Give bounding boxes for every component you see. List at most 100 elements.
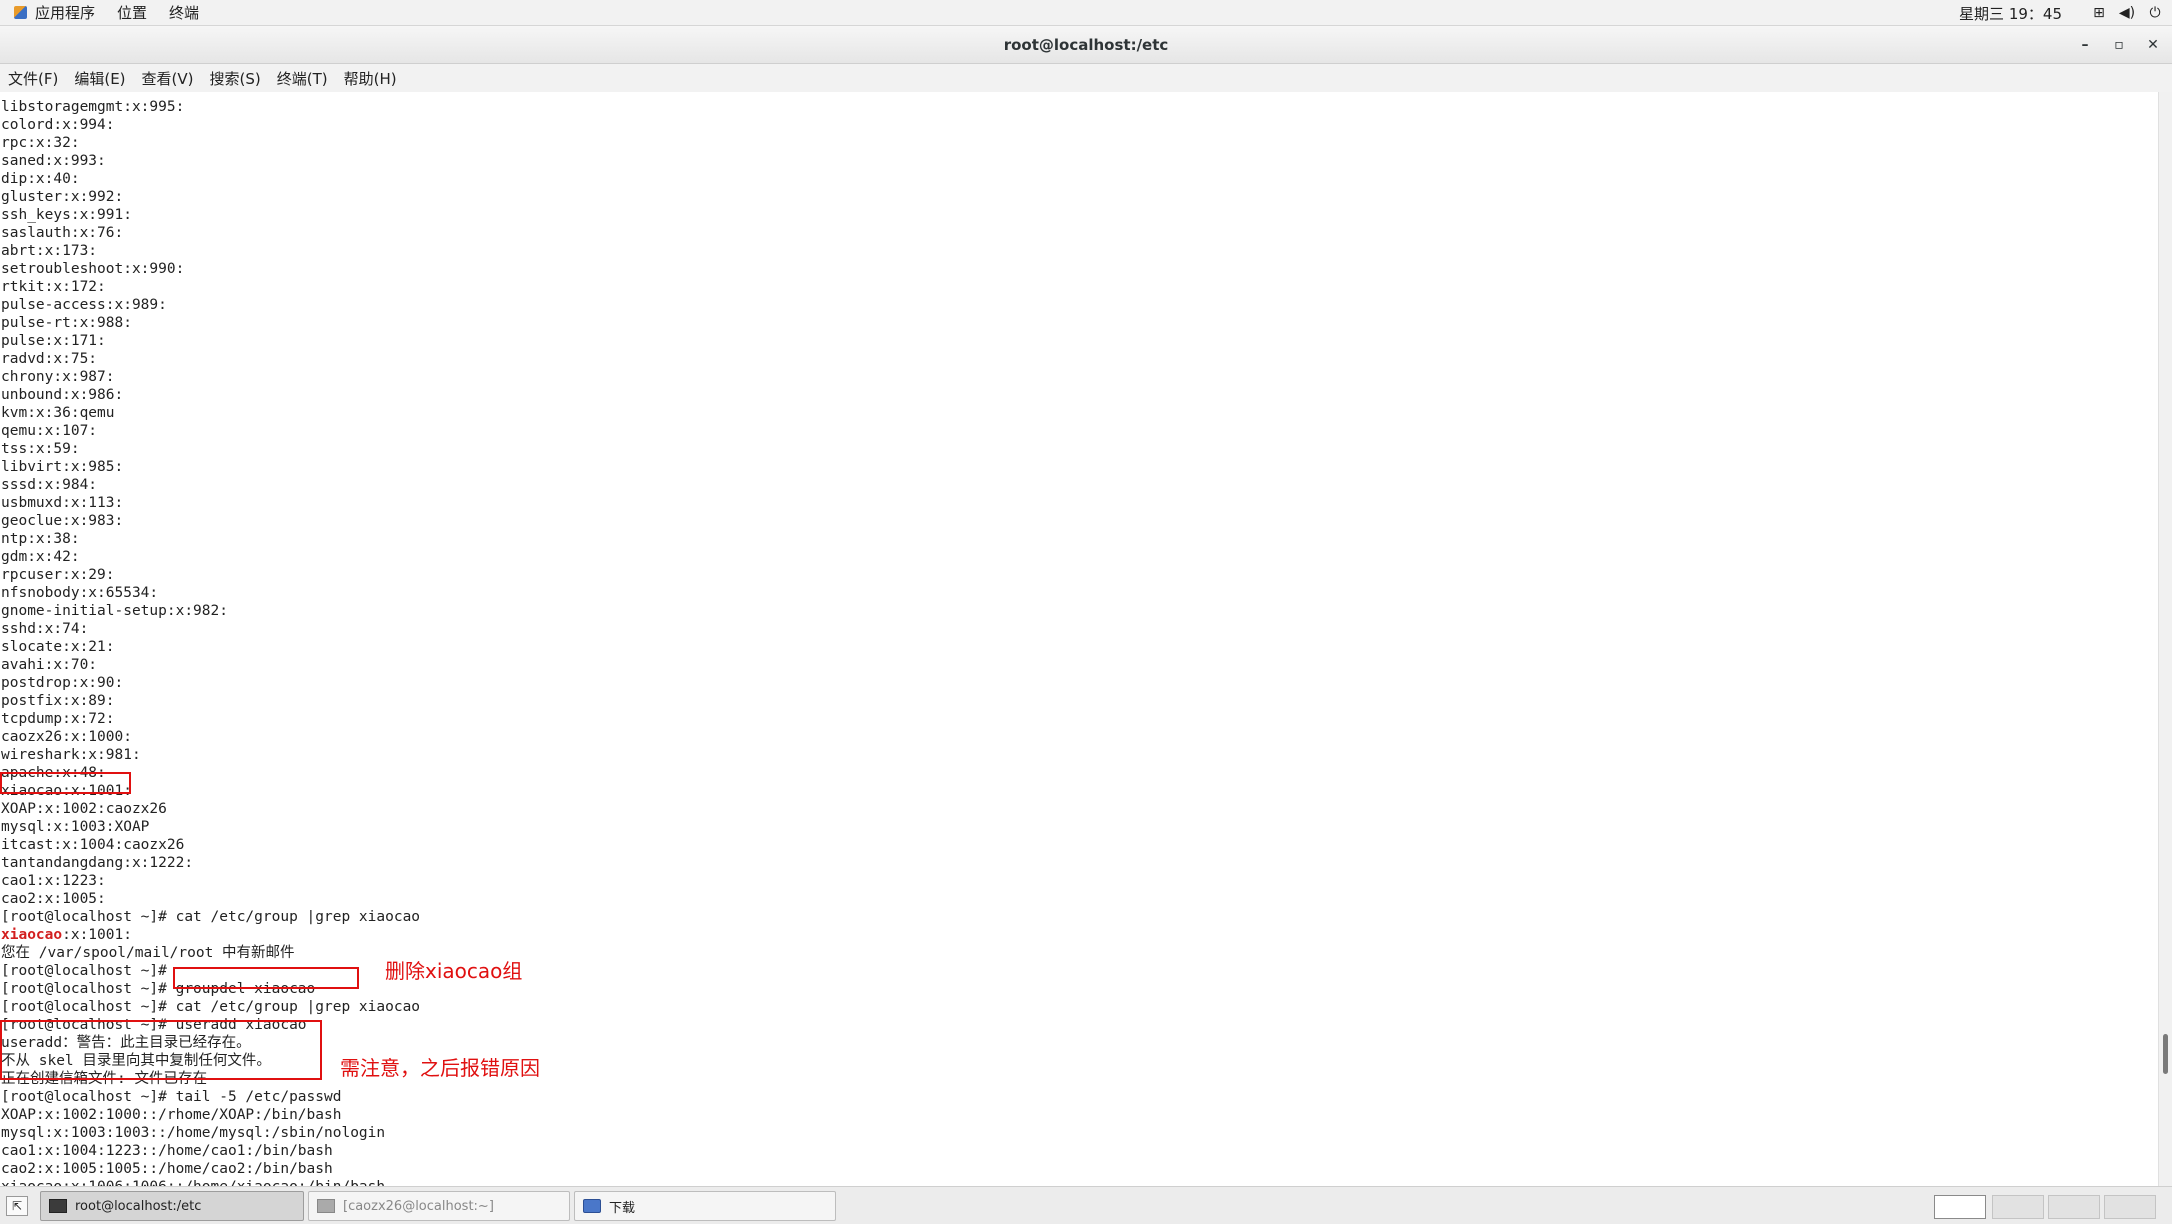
terminal-line: wireshark:x:981: — [1, 747, 141, 763]
menu-view[interactable]: 查看(V) — [142, 68, 194, 89]
terminal-line: ntp:x:38: — [1, 531, 80, 547]
power-icon[interactable]: ⏻ — [2144, 5, 2166, 21]
terminal-line: [root@localhost ~]# tail -5 /etc/passwd — [1, 1089, 342, 1105]
terminal-line: 您在 /var/spool/mail/root 中有新邮件 — [1, 945, 295, 961]
menu-search[interactable]: 搜索(S) — [210, 68, 261, 89]
file-manager-icon — [583, 1199, 601, 1213]
terminal-line: XOAP:x:1002:caozx26 — [1, 801, 167, 817]
terminal-line: sshd:x:74: — [1, 621, 89, 637]
menu-terminal[interactable]: 终端(T) — [277, 68, 328, 89]
terminal-line: abrt:x:173: — [1, 243, 98, 259]
terminal-line: qemu:x:107: — [1, 423, 98, 439]
window-titlebar[interactable]: root@localhost:/etc – ▫ ✕ — [0, 26, 2172, 64]
menu-edit[interactable]: 编辑(E) — [74, 68, 125, 89]
volume-icon[interactable]: ◀) — [2116, 5, 2138, 21]
task-label: [caozx26@localhost:~] — [343, 1198, 494, 1214]
terminal-line: [root@localhost ~]# — [1, 963, 167, 979]
terminal-line: pulse-access:x:989: — [1, 297, 167, 313]
terminal-line: xiaocao:x:1001: — [1, 926, 132, 944]
terminal-line: kvm:x:36:qemu — [1, 405, 115, 421]
close-button[interactable]: ✕ — [2142, 34, 2164, 56]
terminal-line: saned:x:993: — [1, 153, 106, 169]
terminal-line: gluster:x:992: — [1, 189, 124, 205]
top-panel: 应用程序 位置 终端 星期三 19：45 ⊞ ◀) ⏻ — [0, 0, 2172, 26]
terminal-menu[interactable]: 终端 — [169, 2, 199, 23]
terminal-line: chrony:x:987: — [1, 369, 115, 385]
terminal-line: rtkit:x:172: — [1, 279, 106, 295]
window-title: root@localhost:/etc — [1003, 36, 1169, 54]
terminal-line: [root@localhost ~]# cat /etc/group |grep… — [1, 999, 421, 1015]
annotation-warning-note: 需注意，之后报错原因 — [340, 1056, 540, 1080]
menu-help[interactable]: 帮助(H) — [344, 68, 397, 89]
network-icon[interactable]: ⊞ — [2088, 5, 2110, 21]
annotation-delete-group: 删除xiaocao组 — [385, 959, 523, 983]
terminal-line: cao2:x:1005: — [1, 891, 106, 907]
terminal-line: slocate:x:21: — [1, 639, 115, 655]
terminal-line: ssh_keys:x:991: — [1, 207, 132, 223]
terminal-line: avahi:x:70: — [1, 657, 98, 673]
terminal-line: xiaocao:x:1006:1006::/home/xiaocao:/bin/… — [1, 1178, 385, 1186]
menu-file[interactable]: 文件(F) — [8, 68, 58, 89]
terminal-line: setroubleshoot:x:990: — [1, 261, 185, 277]
terminal-line: rpcuser:x:29: — [1, 567, 115, 583]
terminal-line: libstoragemgmt:x:995: — [1, 99, 185, 115]
terminal-line: cao1:x:1223: — [1, 873, 106, 889]
terminal-line: dip:x:40: — [1, 171, 80, 187]
terminal-line: postdrop:x:90: — [1, 675, 124, 691]
terminal-line: tantandangdang:x:1222: — [1, 855, 194, 871]
grep-rest: :x:1001: — [62, 927, 132, 943]
terminal-line: geoclue:x:983: — [1, 513, 124, 529]
terminal-line: gdm:x:42: — [1, 549, 80, 565]
terminal-line: cao2:x:1005:1005::/home/cao2:/bin/bash — [1, 1161, 333, 1177]
terminal-line: gnome-initial-setup:x:982: — [1, 603, 228, 619]
terminal-icon — [49, 1199, 67, 1213]
terminal-line: XOAP:x:1002:1000::/rhome/XOAP:/bin/bash — [1, 1107, 342, 1123]
terminal-line: itcast:x:1004:caozx26 — [1, 837, 185, 853]
terminal-line: nfsnobody:x:65534: — [1, 585, 159, 601]
annotation-box-warning — [0, 1020, 322, 1080]
task-root-terminal[interactable]: root@localhost:/etc — [40, 1191, 304, 1221]
workspace-3[interactable] — [2048, 1195, 2100, 1219]
workspace-1[interactable] — [1934, 1195, 1986, 1219]
workspace-4[interactable] — [2104, 1195, 2156, 1219]
terminal-line: saslauth:x:76: — [1, 225, 124, 241]
terminal-line: unbound:x:986: — [1, 387, 124, 403]
terminal-line: caozx26:x:1000: — [1, 729, 132, 745]
terminal-line: mysql:x:1003:XOAP — [1, 819, 150, 835]
task-label: root@localhost:/etc — [75, 1198, 202, 1214]
terminal-line: tcpdump:x:72: — [1, 711, 115, 727]
terminal-line: rpc:x:32: — [1, 135, 80, 151]
terminal-line: tss:x:59: — [1, 441, 80, 457]
task-downloads[interactable]: 下载 — [574, 1191, 836, 1221]
show-desktop-button[interactable]: ⇱ — [6, 1196, 28, 1216]
annotation-box-xiaocao-group — [0, 772, 131, 794]
task-label: 下载 — [609, 1200, 636, 1216]
terminal-line: usbmuxd:x:113: — [1, 495, 124, 511]
terminal-line: postfix:x:89: — [1, 693, 115, 709]
terminal-line: sssd:x:984: — [1, 477, 98, 493]
clock[interactable]: 星期三 19：45 — [1959, 3, 2062, 24]
maximize-button[interactable]: ▫ — [2108, 34, 2130, 56]
menubar: 文件(F) 编辑(E) 查看(V) 搜索(S) 终端(T) 帮助(H) — [0, 64, 2172, 92]
terminal-icon — [317, 1199, 335, 1213]
applications-menu[interactable]: 应用程序 — [35, 2, 95, 23]
terminal-line: libvirt:x:985: — [1, 459, 124, 475]
terminal-line: colord:x:994: — [1, 117, 115, 133]
terminal-line: pulse:x:171: — [1, 333, 106, 349]
terminal-line: [root@localhost ~]# cat /etc/group |grep… — [1, 909, 421, 925]
workspace-2[interactable] — [1992, 1195, 2044, 1219]
applications-icon — [14, 6, 27, 19]
terminal-output[interactable]: libstoragemgmt:x:995: colord:x:994: rpc:x:… — [0, 92, 2158, 1186]
places-menu[interactable]: 位置 — [117, 2, 147, 23]
terminal-line: mysql:x:1003:1003::/home/mysql:/sbin/nol… — [1, 1125, 386, 1141]
taskbar: ⇱ root@localhost:/etc [caozx26@localhost… — [0, 1186, 2172, 1224]
terminal-line: cao1:x:1004:1223::/home/cao1:/bin/bash — [1, 1143, 333, 1159]
terminal-line: radvd:x:75: — [1, 351, 98, 367]
annotation-box-groupdel — [173, 967, 359, 989]
scrollbar-thumb[interactable] — [2163, 1034, 2168, 1074]
terminal-line: pulse-rt:x:988: — [1, 315, 132, 331]
task-caozx26-terminal[interactable]: [caozx26@localhost:~] — [308, 1191, 570, 1221]
minimize-button[interactable]: – — [2074, 34, 2096, 56]
terminal-scrollbar[interactable] — [2158, 92, 2172, 1186]
grep-match: xiaocao — [1, 927, 63, 943]
